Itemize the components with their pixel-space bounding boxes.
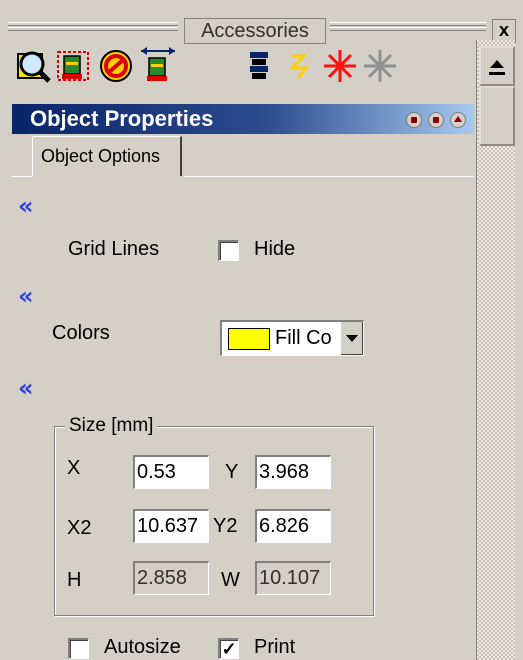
panel-title: Object Properties — [30, 106, 214, 131]
size-section-toggle[interactable]: « — [18, 376, 33, 400]
panel-body: Object Options « Grid Lines Hide « Color… — [12, 134, 474, 660]
y2-input[interactable]: 6.826 — [255, 509, 331, 543]
toolbar — [14, 46, 474, 96]
select-stencil-icon[interactable] — [54, 46, 94, 86]
zoom-icon[interactable] — [14, 46, 54, 86]
colors-section-toggle[interactable]: « — [18, 284, 33, 308]
grid-section-toggle[interactable]: « — [18, 194, 33, 218]
panel-header: Object Properties — [12, 104, 474, 134]
stack-icon[interactable] — [240, 46, 280, 86]
h-label: H — [67, 569, 82, 591]
w-label: W — [221, 569, 240, 591]
tab-divider — [184, 176, 474, 177]
panel-pin-button[interactable] — [406, 112, 422, 128]
fill-color-dropdown[interactable]: Fill Co — [220, 320, 364, 356]
grip-line — [8, 27, 178, 31]
no-entry-icon[interactable] — [96, 46, 136, 86]
resize-stencil-icon[interactable] — [138, 46, 178, 86]
autosize-label: Autosize — [104, 636, 181, 658]
size-group: Size [mm] X 0.53 Y 3.968 X2 10.637 Y2 6.… — [54, 415, 374, 616]
y-input[interactable]: 3.968 — [255, 455, 331, 489]
y-label: Y — [225, 461, 239, 483]
grip-line — [8, 22, 178, 26]
x-label: X — [67, 457, 81, 479]
y2-label: Y2 — [213, 515, 238, 537]
vertical-scrollbar[interactable] — [476, 40, 515, 660]
x2-input[interactable]: 10.637 — [133, 509, 209, 543]
tab-object-options[interactable]: Object Options — [32, 136, 182, 176]
w-readonly-field: 10.107 — [255, 561, 331, 595]
panel-restore-button[interactable] — [428, 112, 444, 128]
fill-color-value: Fill Co — [275, 327, 332, 349]
window-title: Accessories — [184, 18, 326, 44]
hide-grid-checkbox[interactable] — [218, 240, 239, 261]
tab-divider — [12, 176, 32, 177]
title-bar[interactable]: Accessories x — [8, 14, 516, 48]
grid-lines-label: Grid Lines — [68, 238, 160, 260]
colors-label: Colors — [52, 322, 110, 344]
hide-label: Hide — [254, 238, 296, 260]
h-readonly-field: 2.858 — [133, 561, 209, 595]
gray-spark-icon[interactable] — [360, 46, 400, 86]
autosize-checkbox[interactable] — [68, 638, 89, 659]
arrow-up-icon — [489, 60, 505, 75]
x-input[interactable]: 0.53 — [133, 455, 209, 489]
panel-collapse-button[interactable] — [450, 112, 466, 128]
accessories-window: Accessories x Object Properties Object O… — [0, 0, 523, 660]
print-label: Print — [254, 636, 296, 658]
grip-line — [330, 22, 486, 26]
scroll-thumb[interactable] — [479, 86, 515, 146]
red-spark-icon[interactable] — [320, 46, 360, 86]
scroll-up-button[interactable] — [479, 46, 515, 86]
fill-color-swatch — [228, 328, 270, 350]
chevron-down-icon[interactable] — [340, 322, 363, 355]
size-group-legend: Size [mm] — [65, 415, 158, 437]
print-checkbox[interactable]: ✓ — [218, 638, 239, 659]
x2-label: X2 — [67, 517, 92, 539]
grip-line — [330, 27, 486, 31]
lightning-icon[interactable] — [280, 46, 320, 86]
